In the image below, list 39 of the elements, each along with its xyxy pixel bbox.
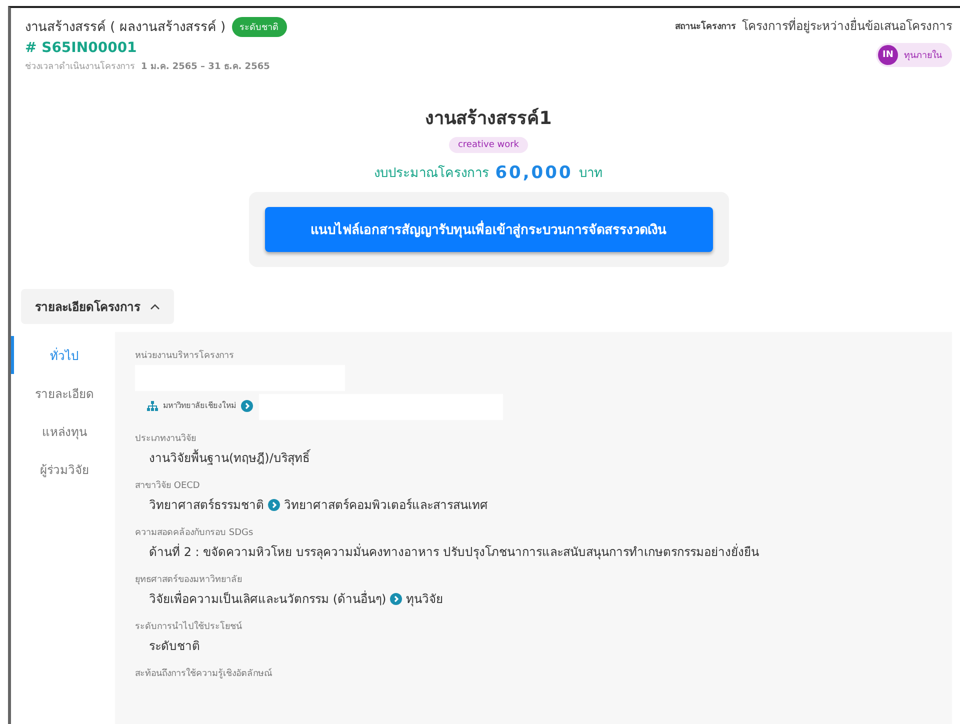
side-tab[interactable]: รายละเอียด (11, 374, 115, 412)
chevron-right-icon (241, 400, 253, 412)
chevron-right-icon (390, 592, 402, 604)
field-label: สะท้อนถึงการใช้ความรู้เชิงอัตลักษณ์ (135, 666, 273, 680)
chevron-up-icon (150, 304, 160, 310)
project-type-title: งานสร้างสรรค์ ( ผลงานสร้างสรรค์ ) (25, 18, 226, 37)
status-text: โครงการที่อยู่ระหว่างยื่นข้อเสนอโครงการ (742, 16, 952, 35)
field-label: ยุทธศาสตร์ของมหาวิทยาลัย (135, 573, 243, 586)
field-value: ทุนวิจัย (406, 591, 444, 608)
currency-label: บาท (578, 165, 603, 183)
org-chart-icon (147, 400, 158, 410)
org-name: มหาวิทยาลัยเชียงใหม่ (163, 400, 236, 412)
side-tab[interactable]: แหล่งทุน (11, 412, 115, 450)
period-dates: 1 ม.ค. 2565 – 31 ธ.ค. 2565 (141, 61, 270, 73)
side-tab[interactable]: ผู้ร่วมวิจัย (11, 450, 115, 488)
field-label: ระดับการนำไปใช้ประโยชน์ (135, 620, 243, 633)
project-tag: creative work (448, 137, 528, 153)
field-label: ความสอดคล้องกับกรอบ SDGs (135, 526, 254, 539)
budget-amount: 60,000 (495, 162, 573, 182)
level-badge: ระดับชาติ (232, 16, 287, 36)
fund-type: ทุนภายใน (904, 48, 942, 62)
project-code: # S65IN00001 (25, 40, 138, 56)
field-value: ระดับชาติ (149, 638, 200, 655)
attach-contract-button[interactable]: แนบไฟล์เอกสารสัญญารับทุนเพื่อเข้าสู่กระบวนการจัดสรรงวดเงิน (264, 207, 712, 252)
field-value: วิทยาศาสตร์คอมพิวเตอร์และสารสนเทศ (284, 497, 488, 514)
field-label: ประเภทงานวิจัย (135, 432, 197, 445)
field-value: ด้านที่ 2 : ขจัดความหิวโหย บรรลุความมั่นคงทางอาหาร ปรับปรุงโภชนาการและสนับสนุนการทำเกษตรกรรมอย่างยั่งยืน (149, 542, 759, 561)
section-toggle[interactable]: รายละเอียดโครงการ (21, 289, 174, 324)
budget-label: งบประมาณโครงการ (374, 164, 490, 183)
status-label: สถานะโครงการ (675, 20, 736, 32)
fund-avatar: IN (878, 45, 898, 65)
field-value: งานวิจัยพื้นฐาน(ทฤษฎี)/บริสุทธิ์ (149, 448, 310, 467)
field-value: วิทยาศาสตร์ธรรมชาติ (149, 497, 264, 514)
field-label: สาขาวิจัย OECD (135, 480, 201, 492)
project-name: งานสร้างสรรค์1 (425, 106, 552, 131)
chevron-right-icon (268, 498, 280, 510)
field-value: วิจัยเพื่อความเป็นเลิศและนวัตกรรม (ด้านอื่นๆ) (149, 590, 386, 608)
period-label: ช่วงเวลาดำเนินงานโครงการ (25, 60, 135, 73)
field-label: หน่วยงานบริหารโครงการ (135, 348, 235, 362)
